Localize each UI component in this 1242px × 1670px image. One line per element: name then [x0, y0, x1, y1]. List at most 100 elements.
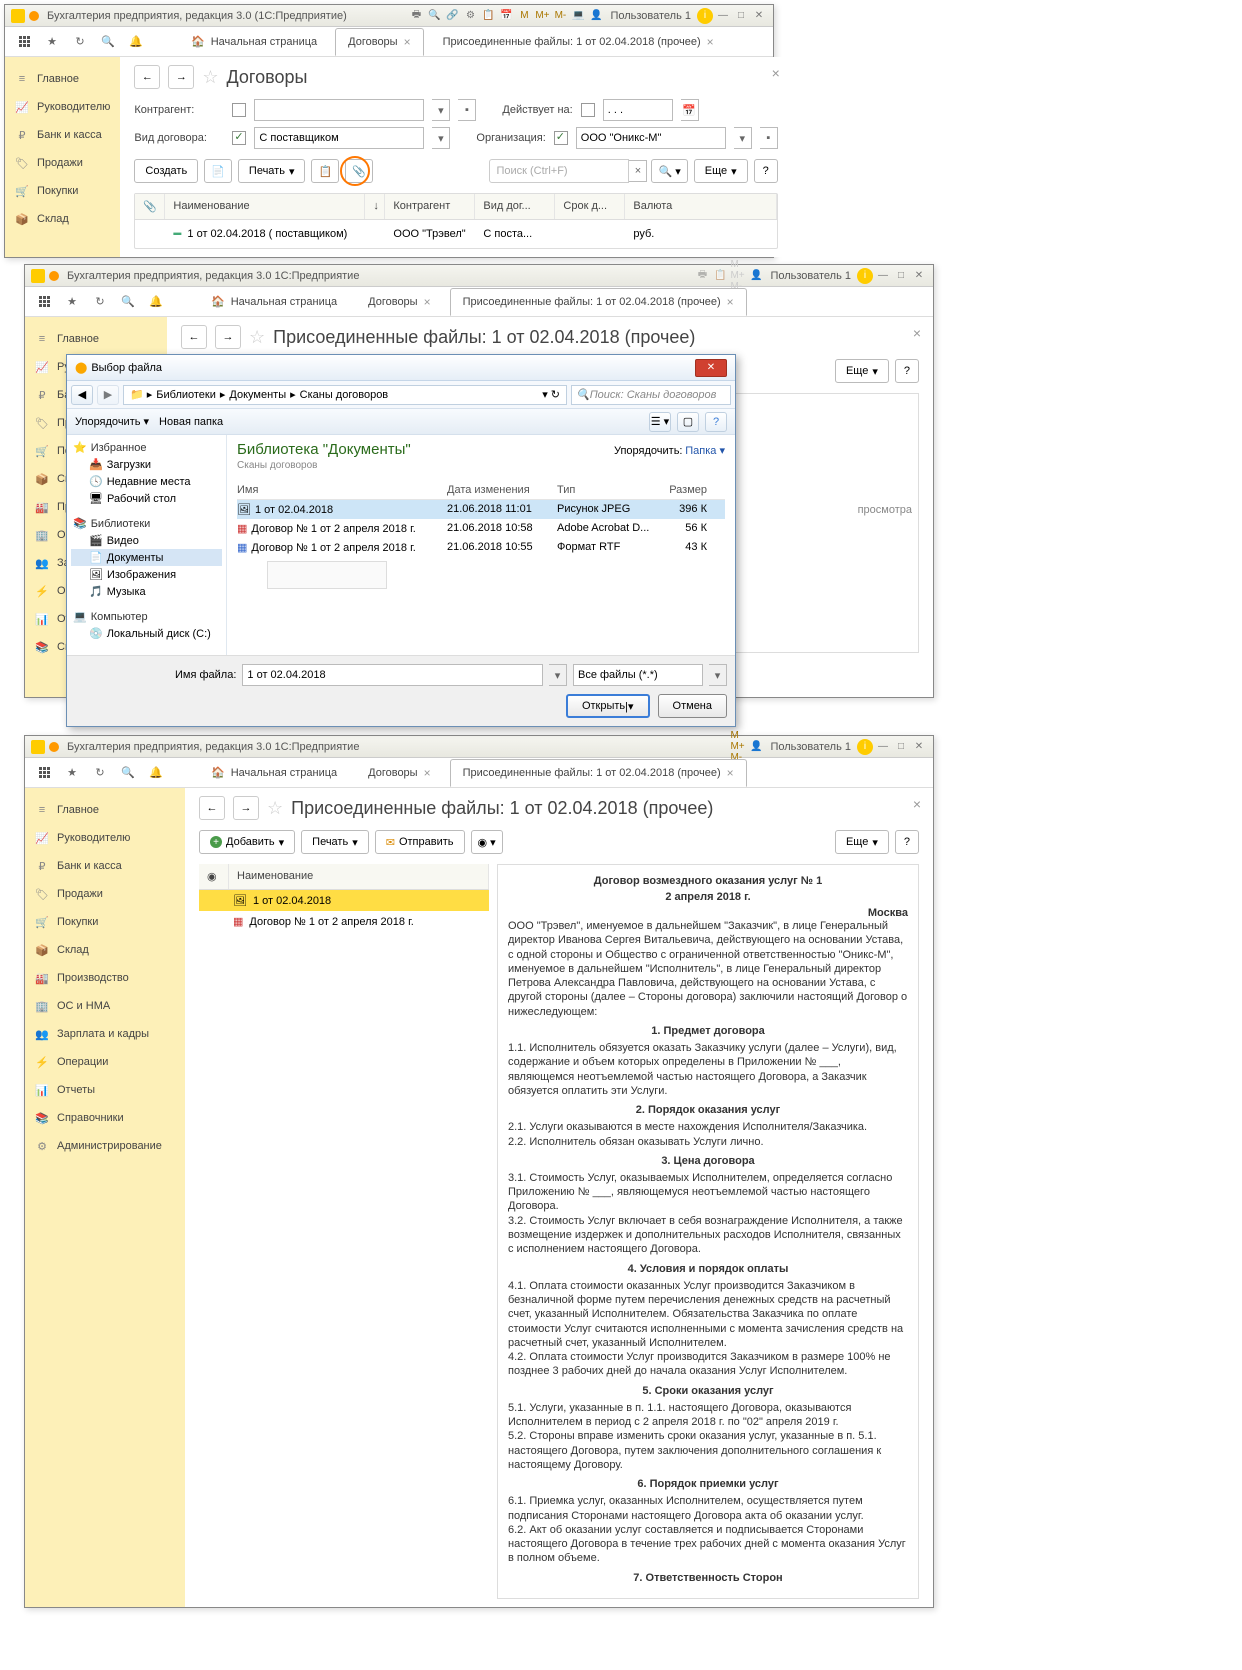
file-dialog-close[interactable]: ✕	[695, 359, 727, 377]
path-breadcrumb[interactable]: 📁 ▸ Библиотеки ▸ Документы ▸ Сканы догов…	[123, 385, 567, 405]
file-row[interactable]: ▦ Договор № 1 от 2 апреля 2018 г. 21.06.…	[237, 538, 725, 557]
tab-close-icon[interactable]: ×	[424, 766, 431, 780]
tab-close-icon[interactable]: ×	[424, 295, 431, 309]
col-name[interactable]: Наименование	[165, 194, 365, 219]
sidebar-item[interactable]: ≡Главное	[25, 325, 167, 353]
tab-close-icon[interactable]: ×	[404, 35, 411, 49]
sidebar-item[interactable]: 📚Справочники	[25, 1104, 185, 1132]
bell-icon[interactable]: 🔔	[145, 291, 167, 313]
col-icon[interactable]: 📎	[135, 194, 165, 219]
comp-c[interactable]: 💿 Локальный диск (C:)	[71, 625, 222, 642]
more-button[interactable]: Еще ▾	[835, 830, 889, 854]
tab-attached[interactable]: Присоединенные файлы: 1 от 02.04.2018 (п…	[450, 288, 747, 316]
fav-group[interactable]: ⭐ Избранное	[71, 439, 222, 456]
col-sort[interactable]: ↓	[365, 194, 385, 219]
app-dropdown-icon[interactable]	[29, 11, 39, 21]
bell-icon[interactable]: 🔔	[145, 762, 167, 784]
window-icon[interactable]: 💻	[570, 8, 586, 24]
m-icon[interactable]: M	[516, 8, 532, 24]
tool-icon[interactable]: 🖶	[694, 268, 710, 284]
apps-icon[interactable]	[33, 762, 55, 784]
back-button[interactable]: ←	[181, 325, 207, 349]
star-icon[interactable]: ★	[61, 291, 83, 313]
apps-icon[interactable]	[13, 31, 35, 53]
contractor-checkbox[interactable]	[232, 103, 246, 117]
m-minus-icon[interactable]: M-	[552, 8, 568, 24]
close-icon[interactable]: ✕	[751, 8, 767, 24]
contract-type-input[interactable]: С поставщиком	[254, 127, 424, 149]
info-icon[interactable]: i	[697, 8, 713, 24]
col-size[interactable]: Размер	[667, 484, 707, 496]
forward-button[interactable]: →	[215, 325, 241, 349]
tab-contracts[interactable]: Договоры ×	[355, 759, 443, 787]
col-name[interactable]: Имя	[237, 484, 447, 496]
sidebar-item[interactable]: ⚙Администрирование	[25, 1132, 185, 1160]
help-button[interactable]: ?	[895, 830, 919, 854]
help-button[interactable]: ?	[895, 359, 919, 383]
nav-forward[interactable]: ▶	[97, 385, 119, 405]
sidebar-item[interactable]: 👥Зарплата и кадры	[25, 1020, 185, 1048]
sidebar-item-sales[interactable]: 🏷Продажи	[5, 149, 120, 177]
view-button[interactable]: ☰ ▾	[649, 412, 671, 432]
favorite-icon[interactable]: ☆	[267, 798, 283, 819]
app-dropdown-icon[interactable]	[49, 271, 59, 281]
sidebar-item-warehouse[interactable]: 📦Склад	[5, 205, 120, 233]
info-icon[interactable]: i	[857, 739, 873, 755]
page-close-icon[interactable]: ×	[772, 65, 780, 81]
sidebar-item[interactable]: ≡Главное	[25, 796, 185, 824]
validon-input[interactable]: . . .	[603, 99, 673, 121]
chain-icon[interactable]: 🔗	[444, 8, 460, 24]
lib-music[interactable]: 🎵 Музыка	[71, 583, 222, 600]
sidebar-item-purchases[interactable]: 🛒Покупки	[5, 177, 120, 205]
contractor-dropdown[interactable]: ▾	[432, 99, 450, 121]
col-type[interactable]: Вид дог...	[475, 194, 555, 219]
tab-contracts[interactable]: Договоры ×	[355, 288, 443, 316]
filter-select[interactable]: Все файлы (*.*)	[573, 664, 703, 686]
lib-images[interactable]: 🖼 Изображения	[71, 566, 222, 583]
minimize-icon[interactable]: —	[875, 739, 891, 755]
calc-icon[interactable]: 📋	[480, 8, 496, 24]
print-button[interactable]: Печать ▾	[301, 830, 369, 854]
contractor-more[interactable]: ▪	[458, 99, 476, 121]
lib-group[interactable]: 📚 Библиотеки	[71, 515, 222, 532]
sidebar-item-main[interactable]: ≡Главное	[5, 65, 120, 93]
help-button[interactable]: ?	[754, 159, 778, 183]
create-button[interactable]: Создать	[134, 159, 198, 183]
col-type[interactable]: Тип	[557, 484, 667, 496]
sidebar-item-bank[interactable]: ₽Банк и касса	[5, 121, 120, 149]
search-icon[interactable]: 🔍	[97, 31, 119, 53]
organize-button[interactable]: Упорядочить ▾	[75, 415, 149, 428]
favorite-icon[interactable]: ☆	[202, 67, 218, 88]
lib-video[interactable]: 🎬 Видео	[71, 532, 222, 549]
tab-attached[interactable]: Присоединенные файлы: 1 от 02.04.2018 (п…	[450, 759, 747, 787]
search-clear[interactable]: ×	[629, 160, 647, 182]
user-name[interactable]: Пользователь 1	[606, 10, 695, 22]
user-name[interactable]: Пользователь 1	[766, 741, 855, 753]
sort-value[interactable]: Папка ▾	[685, 445, 725, 457]
print-button[interactable]: Печать ▾	[238, 159, 306, 183]
user-name[interactable]: Пользователь 1	[766, 270, 855, 282]
file-help[interactable]: ?	[705, 412, 727, 432]
contractor-input[interactable]	[254, 99, 424, 121]
app-dropdown-icon[interactable]	[49, 742, 59, 752]
tool-icon[interactable]: 🔍	[426, 8, 442, 24]
sidebar-item[interactable]: 🏷Продажи	[25, 880, 185, 908]
close-icon[interactable]: ✕	[911, 268, 927, 284]
filter-dropdown[interactable]: ▾	[709, 664, 727, 686]
tab-close-icon[interactable]: ×	[707, 35, 714, 49]
tab-attached[interactable]: Присоединенные файлы: 1 от 02.04.2018 (п…	[430, 28, 727, 56]
tab-home[interactable]: 🏠 Начальная страница	[199, 760, 349, 785]
sidebar-item[interactable]: 📊Отчеты	[25, 1076, 185, 1104]
bell-icon[interactable]: 🔔	[125, 31, 147, 53]
tab-close-icon[interactable]: ×	[727, 295, 734, 309]
back-button[interactable]: ←	[134, 65, 160, 89]
comp-group[interactable]: 💻 Компьютер	[71, 608, 222, 625]
sidebar-item-manager[interactable]: 📈Руководителю	[5, 93, 120, 121]
contract-type-checkbox[interactable]	[232, 131, 246, 145]
filename-input[interactable]: 1 от 02.04.2018	[242, 664, 543, 686]
org-input[interactable]: ООО "Оникс-М"	[576, 127, 726, 149]
page-close-icon[interactable]: ×	[913, 325, 921, 341]
search-input[interactable]: Поиск (Ctrl+F)	[489, 159, 629, 183]
tab-home[interactable]: 🏠 Начальная страница	[199, 289, 349, 314]
col-icon[interactable]: ◉	[199, 864, 229, 889]
